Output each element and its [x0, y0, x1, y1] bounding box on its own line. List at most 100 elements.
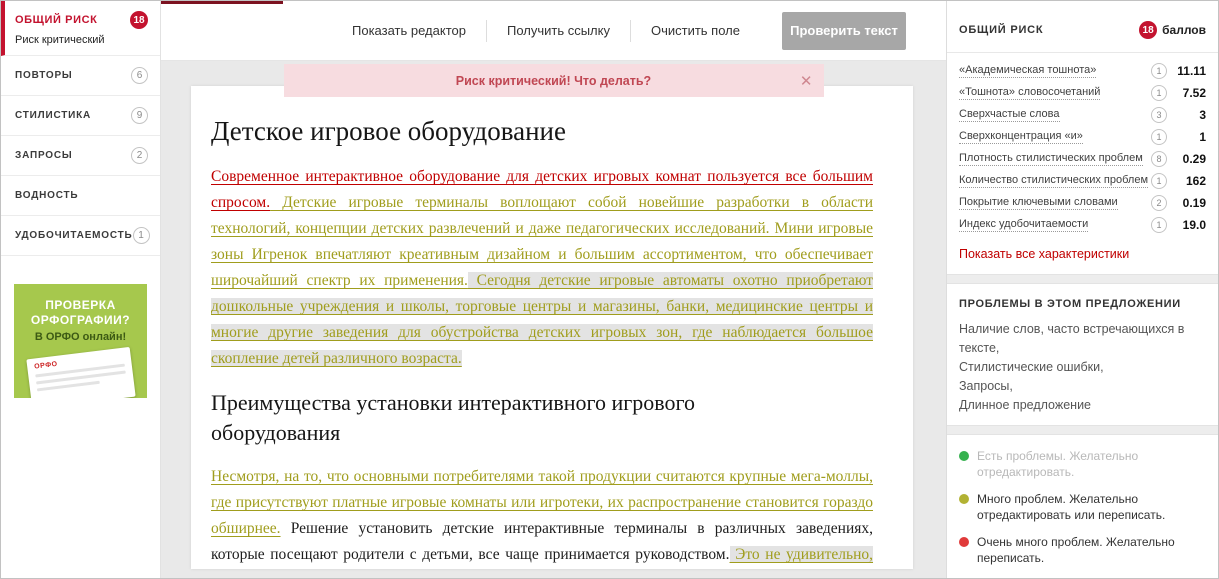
metric-count-badge: 3 [1151, 107, 1167, 123]
promo-text-line1: ПРОВЕРКА [22, 298, 139, 313]
metrics-panel: ОБЩИЙ РИСК 18 баллов «Академическая тошн… [946, 1, 1218, 578]
count-badge: 1 [133, 227, 150, 244]
promo-screenshot-image: ОРФО [26, 347, 135, 398]
section-divider [947, 274, 1218, 284]
problems-section-title: ПРОБЛЕМЫ В ЭТОМ ПРЕДЛОЖЕНИИ [959, 298, 1206, 310]
severity-legend: Есть проблемы. Желательно отредактироват… [947, 435, 1218, 579]
total-score: 18 баллов [1139, 21, 1206, 39]
metric-row: «Тошнота» словосочетаний 1 7.52 [959, 82, 1206, 104]
document-title: Детское игровое оборудование [211, 116, 873, 146]
legend-text: Есть проблемы. Желательно отредактироват… [977, 448, 1206, 480]
risk-score-badge: 18 [130, 11, 148, 29]
metric-row: Количество стилистических проблем1 162 [959, 170, 1206, 192]
legend-dot [959, 494, 969, 504]
sidebar-item[interactable]: ВОДНОСТЬ [1, 176, 160, 216]
sidebar-item-label: ПОВТОРЫ [15, 70, 73, 81]
sidebar-item[interactable]: УДОБОЧИТАЕМОСТЬ1 [1, 216, 160, 256]
metric-value: 3 [1172, 108, 1206, 122]
problem-item: Стилистические ошибки, [959, 358, 1206, 377]
legend-row: Очень много проблем. Желательно переписа… [959, 534, 1206, 566]
legend-dot [959, 451, 969, 461]
close-icon[interactable]: ✕ [800, 72, 813, 90]
progress-indicator [161, 1, 283, 4]
metric-count-badge: 2 [1151, 195, 1167, 211]
count-badge: 6 [131, 67, 148, 84]
risk-level-text: Риск критический [15, 34, 148, 46]
legend-list: Есть проблемы. Желательно отредактироват… [959, 448, 1206, 566]
legend-row: Много проблем. Желательно отредактироват… [959, 491, 1206, 523]
check-text-button[interactable]: Проверить текст [782, 12, 906, 50]
metric-value: 0.19 [1172, 196, 1206, 210]
metric-count-badge: 1 [1151, 217, 1167, 233]
problems-list: Наличие слов, часто встречающихся в текс… [959, 320, 1206, 415]
document-paragraph-1: Современное интерактивное оборудование д… [211, 164, 873, 372]
sidebar-item-label: ВОДНОСТЬ [15, 190, 78, 201]
promo-text-line3: В ОРФО онлайн! [22, 331, 139, 343]
metric-count-badge: 1 [1151, 85, 1167, 101]
metric-row: Сверхчастые слова 33 [959, 104, 1206, 126]
sidebar-item[interactable]: ЗАПРОСЫ 2 [1, 136, 160, 176]
metric-row: Плотность стилистических проблем 8 0.29 [959, 148, 1206, 170]
legend-text: Много проблем. Желательно отредактироват… [977, 491, 1206, 523]
problem-item: Длинное предложение [959, 396, 1206, 415]
legend-row: Есть проблемы. Желательно отредактироват… [959, 448, 1206, 480]
metric-label[interactable]: Сверхчастые слова [959, 108, 1060, 122]
count-badge: 9 [131, 107, 148, 124]
metric-row: Сверхконцентрация «и» 11 [959, 126, 1206, 148]
score-units: баллов [1162, 23, 1206, 37]
promo-banner[interactable]: ПРОВЕРКА ОРФОГРАФИИ? В ОРФО онлайн! ОРФО [14, 284, 147, 398]
metric-count-badge: 1 [1151, 63, 1167, 79]
document-preview: Детское игровое оборудование Современное… [191, 86, 913, 569]
sidebar-item[interactable]: СТИЛИСТИКА 9 [1, 96, 160, 136]
metric-count-badge: 8 [1151, 151, 1167, 167]
toolbar: Показать редактор Получить ссылку Очисти… [161, 1, 946, 61]
metric-value: 1 [1172, 130, 1206, 144]
main-content: Риск критический! Что делать? ✕ Детское … [161, 61, 946, 578]
document-paragraph-2: Несмотря, на то, что основными потребите… [211, 464, 873, 569]
risk-alert-text[interactable]: Риск критический! Что делать? [456, 74, 651, 88]
metric-label[interactable]: Сверхконцентрация «и» [959, 130, 1083, 144]
document-heading-2: Преимущества установки интерактивного иг… [211, 388, 801, 448]
metric-label[interactable]: «Тошнота» словосочетаний [959, 86, 1100, 100]
metric-row: «Академическая тошнота» 1 11.11 [959, 60, 1206, 82]
metric-count-badge: 1 [1151, 173, 1167, 189]
promo-text-line2: ОРФОГРАФИИ? [22, 313, 139, 328]
sidebar: ОБЩИЙ РИСК 18 Риск критический ПОВТОРЫ 6 С… [1, 1, 161, 578]
problem-item: Запросы, [959, 377, 1206, 396]
metric-count-badge: 1 [1151, 129, 1167, 145]
sidebar-items: ПОВТОРЫ 6 СТИЛИСТИКА 9 ЗАПРОСЫ 2 ВОДНОСТЬ УДОБО… [1, 56, 160, 256]
metric-value: 11.11 [1172, 64, 1206, 78]
show-all-metrics-link[interactable]: Показать все характеристики [947, 238, 1218, 274]
clear-field-button[interactable]: Очистить поле [631, 23, 760, 38]
sidebar-item-label: ЗАПРОСЫ [15, 150, 72, 161]
metric-value: 19.0 [1172, 218, 1206, 232]
count-badge: 2 [131, 147, 148, 164]
metric-value: 0.29 [1172, 152, 1206, 166]
metric-label[interactable]: «Академическая тошнота» [959, 64, 1096, 78]
metric-value: 162 [1172, 174, 1206, 188]
sidebar-item-label: СТИЛИСТИКА [15, 110, 91, 121]
sentence-problems-section: ПРОБЛЕМЫ В ЭТОМ ПРЕДЛОЖЕНИИ Наличие слов… [947, 284, 1218, 425]
get-link-button[interactable]: Получить ссылку [487, 23, 630, 38]
legend-text: Очень много проблем. Желательно переписа… [977, 534, 1206, 566]
risk-alert-banner: Риск критический! Что делать? ✕ [284, 64, 824, 97]
metric-label[interactable]: Покрытие ключевыми словами [959, 196, 1118, 210]
sidebar-item-label: ОБЩИЙ РИСК [15, 14, 97, 26]
metrics-list: «Академическая тошнота» 1 11.11 «Тошнота» с… [947, 53, 1218, 238]
sidebar-item-overall-risk[interactable]: ОБЩИЙ РИСК 18 Риск критический [1, 1, 160, 56]
section-divider [947, 425, 1218, 435]
problem-item: Наличие слов, часто встречающихся в текс… [959, 320, 1206, 358]
metric-label[interactable]: Количество стилистических проблем [959, 174, 1148, 188]
metrics-panel-header: ОБЩИЙ РИСК 18 баллов [947, 1, 1218, 53]
legend-dot [959, 537, 969, 547]
app-window: ОБЩИЙ РИСК 18 Риск критический ПОВТОРЫ6С… [0, 0, 1219, 579]
sidebar-item-label: УДОБОЧИТАЕМОСТЬ [15, 230, 133, 241]
metric-label[interactable]: Индекс удобочитаемости [959, 218, 1088, 232]
show-editor-button[interactable]: Показать редактор [332, 23, 486, 38]
panel-title: ОБЩИЙ РИСК [959, 24, 1139, 36]
metric-row: Покрытие ключевыми словами 2 0.19 [959, 192, 1206, 214]
metric-value: 7.52 [1172, 86, 1206, 100]
metric-label[interactable]: Плотность стилистических проблем [959, 152, 1143, 166]
sidebar-item[interactable]: ПОВТОРЫ 6 [1, 56, 160, 96]
score-badge: 18 [1139, 21, 1157, 39]
